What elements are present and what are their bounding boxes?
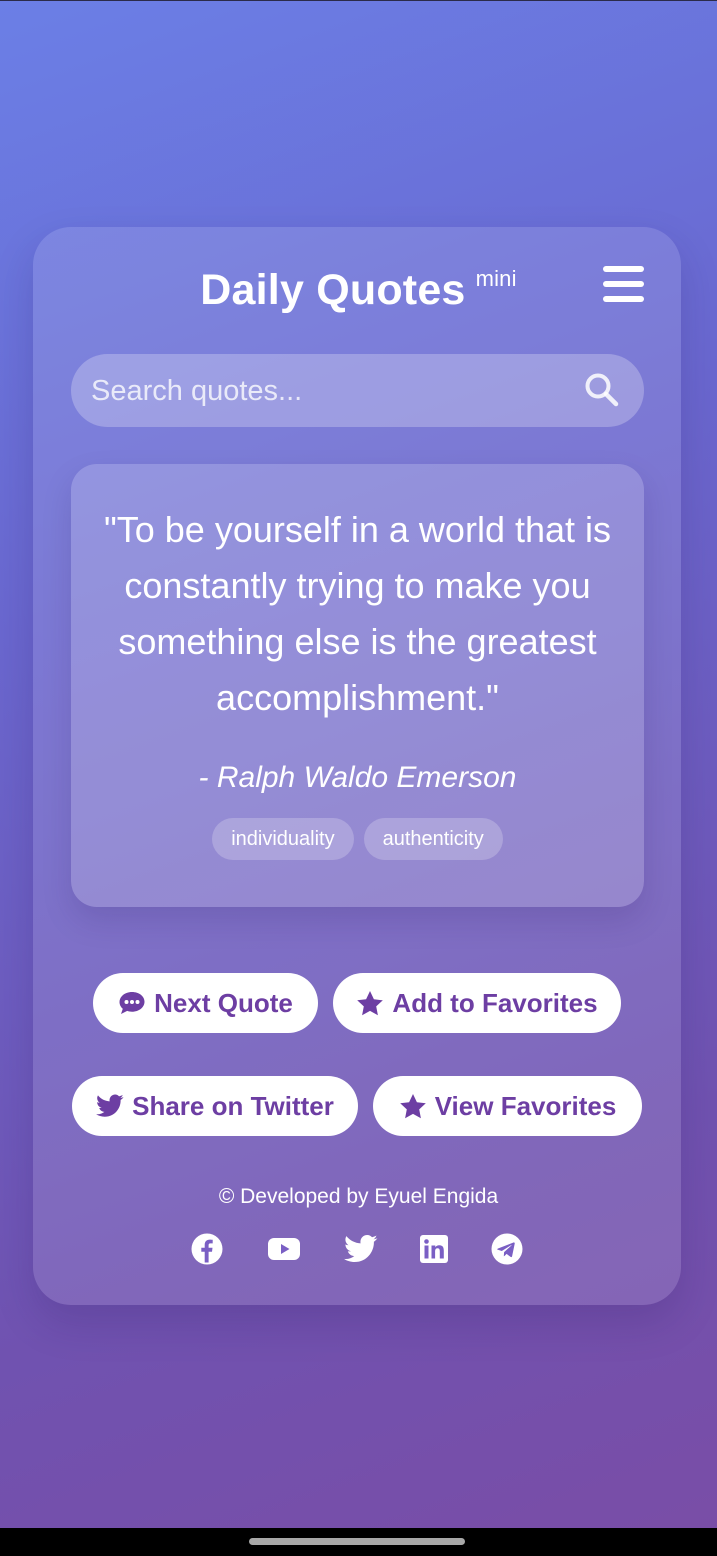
share-on-twitter-label: Share on Twitter [132,1091,334,1121]
twitter-icon[interactable] [344,1232,378,1266]
youtube-icon[interactable] [267,1232,301,1266]
search-bar [71,354,644,429]
twitter-icon [96,1094,124,1117]
star-icon [357,990,384,1015]
linkedin-icon[interactable] [419,1234,449,1264]
add-to-favorites-label: Add to Favorites [392,988,598,1018]
hamburger-menu-icon[interactable] [603,266,644,302]
next-quote-button[interactable]: Next Quote [93,973,318,1033]
quote-card: "To be yourself in a world that is const… [71,464,644,907]
app-title: Daily Quotes [200,266,466,314]
app-title-badge: mini [475,266,517,291]
view-favorites-label: View Favorites [434,1091,617,1121]
share-on-twitter-button[interactable]: Share on Twitter [72,1076,358,1136]
telegram-icon[interactable] [490,1232,524,1266]
search-input[interactable] [89,354,573,429]
tag-individuality[interactable]: individuality [212,818,354,860]
view-favorites-button[interactable]: View Favorites [373,1076,642,1136]
top-border [0,0,717,1]
home-indicator[interactable] [249,1538,465,1545]
facebook-icon[interactable] [190,1232,224,1266]
next-quote-label: Next Quote [154,988,293,1018]
star-icon [399,1093,426,1118]
quote-tags: individuality authenticity [71,818,644,860]
comment-dots-icon [119,992,145,1014]
quote-text: "To be yourself in a world that is const… [103,509,612,718]
tag-authenticity[interactable]: authenticity [363,818,503,860]
search-icon[interactable] [584,372,620,408]
add-to-favorites-button[interactable]: Add to Favorites [333,973,621,1033]
quote-author: - Ralph Waldo Emerson [198,761,517,794]
footer-credit: © Developed by Eyuel Engida [218,1185,499,1208]
